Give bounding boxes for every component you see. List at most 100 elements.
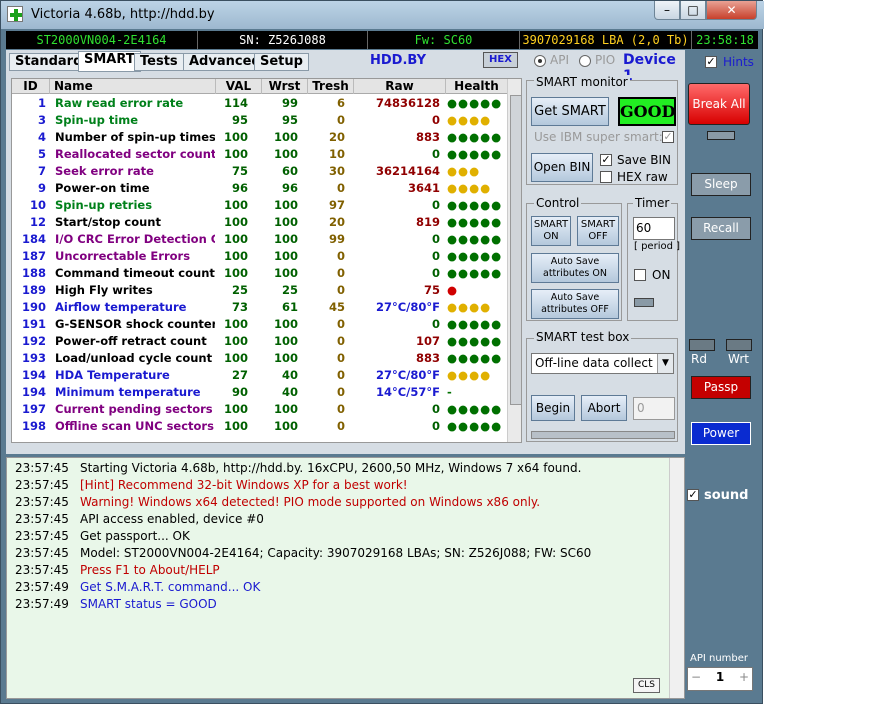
attr-health: ●●●●● xyxy=(447,198,503,212)
minimize-button[interactable]: – xyxy=(654,1,680,20)
test-progress-field[interactable]: 0 xyxy=(633,397,675,420)
attr-val: 25 xyxy=(231,283,248,297)
ibm-super-smart-checkbox[interactable]: ✓ xyxy=(662,131,674,143)
get-smart-button[interactable]: Get SMART xyxy=(531,97,609,126)
attr-raw: 883 xyxy=(415,351,440,365)
pio-radio[interactable] xyxy=(579,55,591,67)
table-row[interactable]: 191 G-SENSOR shock counter 100 100 0 0 ●●●●● xyxy=(12,316,507,333)
sleep-button[interactable]: Sleep xyxy=(691,173,751,196)
table-row[interactable]: 190 Airflow temperature 73 61 45 27°C/80°F ●●●… xyxy=(12,299,507,316)
tab-standard[interactable]: Standard xyxy=(9,53,89,71)
log-message: Starting Victoria 4.68b, http://hdd.by. … xyxy=(80,461,582,475)
attr-name: G-SENSOR shock counter xyxy=(55,317,215,331)
table-scrollbar[interactable] xyxy=(507,79,521,442)
table-row[interactable]: 7 Seek error rate 75 60 30 36214164 ●●● xyxy=(12,163,507,180)
attr-name: Reallocated sector count xyxy=(55,147,215,161)
hex-raw-checkbox[interactable] xyxy=(600,171,612,183)
hex-button[interactable]: HEX xyxy=(483,52,518,68)
table-row[interactable]: 184 I/O CRC Error Detection C... 100 100 99 0… xyxy=(12,231,507,248)
abort-button[interactable]: Abort xyxy=(581,395,627,421)
table-row[interactable]: 194 HDA Temperature 27 40 0 27°C/80°F ●●●● xyxy=(12,367,507,384)
tab-setup[interactable]: Setup xyxy=(254,53,309,71)
table-row[interactable]: 5 Reallocated sector count 100 100 10 0 ●●●●● xyxy=(12,146,507,163)
api-number-decrement[interactable]: − xyxy=(689,670,703,684)
attr-id: 188 xyxy=(21,266,46,280)
chevron-down-icon[interactable]: ▼ xyxy=(657,354,673,373)
ibm-super-smart-label: Use IBM super smart: xyxy=(534,130,663,144)
table-row[interactable]: 4 Number of spin-up times 100 100 20 883 ●●●●● xyxy=(12,129,507,146)
hdd-by-link[interactable]: HDD.BY xyxy=(370,53,426,68)
attr-val: 100 xyxy=(223,351,248,365)
col-val[interactable]: VAL xyxy=(216,79,262,94)
attr-wrst: 95 xyxy=(281,113,298,127)
col-name[interactable]: Name xyxy=(50,79,216,94)
pio-label: PIO xyxy=(595,53,616,67)
log-time: 23:57:45 xyxy=(15,512,69,526)
scrollbar-thumb[interactable] xyxy=(510,95,521,405)
attr-health: ●●●● xyxy=(447,113,492,127)
autosave-off-button[interactable]: Auto Save attributes OFF xyxy=(531,289,619,319)
smart-off-button[interactable]: SMART OFF xyxy=(577,216,619,246)
table-row[interactable]: 193 Load/unload cycle count 100 100 0 883 ●●●●… xyxy=(12,350,507,367)
maximize-button[interactable]: □ xyxy=(680,1,706,20)
table-row[interactable]: 192 Power-off retract count 100 100 0 107 ●●●●… xyxy=(12,333,507,350)
hints-checkbox[interactable]: ✓ xyxy=(705,56,717,68)
table-row[interactable]: 189 High Fly writes 25 25 0 75 ● xyxy=(12,282,507,299)
attr-health: ●●●●● xyxy=(447,317,503,331)
table-row[interactable]: 10 Spin-up retries 100 100 97 0 ●●●●● xyxy=(12,197,507,214)
attr-id: 191 xyxy=(21,317,46,331)
attr-wrst: 40 xyxy=(281,385,298,399)
col-raw[interactable]: Raw xyxy=(354,79,446,94)
api-number-increment[interactable]: + xyxy=(737,670,751,684)
cls-button[interactable]: CLS xyxy=(633,678,660,693)
attr-val: 75 xyxy=(231,164,248,178)
attr-id: 9 xyxy=(37,181,46,195)
recall-button[interactable]: Recall xyxy=(691,217,751,240)
timer-on-checkbox[interactable] xyxy=(634,269,646,281)
attr-raw: 27°C/80°F xyxy=(375,300,440,314)
smart-monitor-title: SMART monitor xyxy=(534,75,630,89)
tab-smart[interactable]: SMART xyxy=(78,51,141,72)
close-button[interactable]: ✕ xyxy=(706,1,757,20)
log-message: Get S.M.A.R.T. command... OK xyxy=(80,580,261,594)
attr-wrst: 100 xyxy=(273,351,298,365)
power-button[interactable]: Power xyxy=(691,422,751,445)
log-message: [Hint] Recommend 32-bit Windows XP for a… xyxy=(80,478,408,492)
table-row[interactable]: 194 Minimum temperature 90 40 0 14°C/57°F - xyxy=(12,384,507,401)
autosave-on-button[interactable]: Auto Save attributes ON xyxy=(531,253,619,283)
timer-period-input[interactable]: 60 xyxy=(633,217,675,240)
attr-wrst: 100 xyxy=(273,334,298,348)
api-number-value[interactable]: 1 xyxy=(713,670,727,684)
save-bin-checkbox[interactable]: ✓ xyxy=(600,154,612,166)
sound-checkbox[interactable]: ✓ xyxy=(687,489,699,501)
col-id[interactable]: ID xyxy=(12,79,50,94)
break-all-button[interactable]: Break All xyxy=(688,83,750,125)
api-radio[interactable] xyxy=(534,55,546,67)
passp-button[interactable]: Passp xyxy=(691,376,751,399)
attr-tresh: 20 xyxy=(328,215,345,229)
log-message: SMART status = GOOD xyxy=(80,597,217,611)
attr-id: 12 xyxy=(29,215,46,229)
col-health[interactable]: Health xyxy=(446,79,507,94)
table-row[interactable]: 12 Start/stop count 100 100 20 819 ●●●●● xyxy=(12,214,507,231)
smart-on-button[interactable]: SMART ON xyxy=(531,216,571,246)
table-row[interactable]: 1 Raw read error rate 114 99 6 74836128 ●●●●● xyxy=(12,95,507,112)
log-scrollbar[interactable] xyxy=(669,458,684,698)
attr-tresh: 6 xyxy=(336,96,345,110)
table-row[interactable]: 198 Offline scan UNC sectors 100 100 0 0 ●●●●● xyxy=(12,418,507,435)
attr-tresh: 0 xyxy=(336,334,345,348)
col-wrst[interactable]: Wrst xyxy=(262,79,308,94)
attr-health: ●●● xyxy=(447,164,481,178)
attr-raw: 883 xyxy=(415,130,440,144)
table-row[interactable]: 3 Spin-up time 95 95 0 0 ●●●● xyxy=(12,112,507,129)
table-row[interactable]: 9 Power-on time 96 96 0 3641 ●●●● xyxy=(12,180,507,197)
attr-health: ●●●●● xyxy=(447,215,503,229)
table-row[interactable]: 188 Command timeout count 100 100 0 0 ●●●●● xyxy=(12,265,507,282)
table-row[interactable]: 187 Uncorrectable Errors 100 100 0 0 ●●●●● xyxy=(12,248,507,265)
tab-tests[interactable]: Tests xyxy=(134,53,184,71)
table-row[interactable]: 197 Current pending sectors 100 100 0 0 ●●●●● xyxy=(12,401,507,418)
open-bin-button[interactable]: Open BIN xyxy=(531,153,593,182)
test-type-select[interactable]: Off-line data collect xyxy=(531,353,674,374)
col-tresh[interactable]: Tresh xyxy=(308,79,354,94)
begin-button[interactable]: Begin xyxy=(531,395,575,421)
